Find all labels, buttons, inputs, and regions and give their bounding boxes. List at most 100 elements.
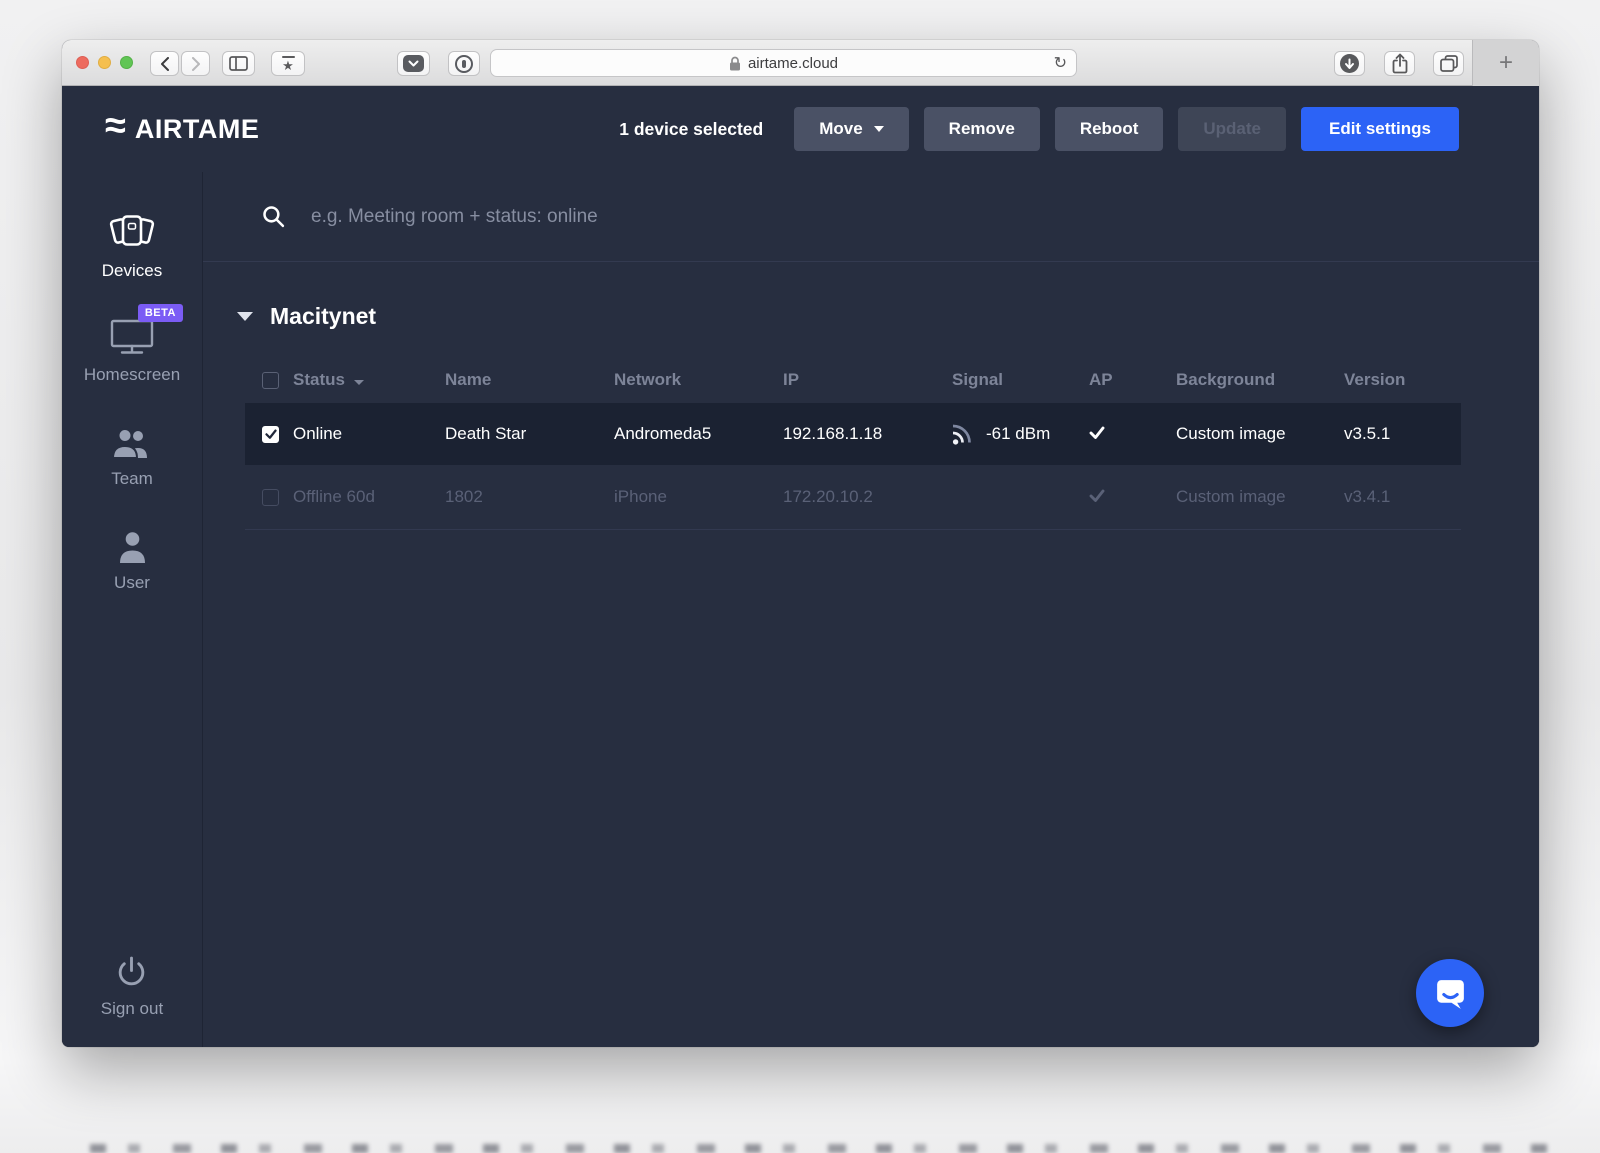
row-checkbox-unchecked[interactable] [262,488,279,506]
reboot-button[interactable]: Reboot [1054,107,1164,151]
pocket-extension-button[interactable] [397,51,430,76]
new-tab-button[interactable]: + [1472,40,1539,86]
sidebar-item-label: Team [111,469,153,488]
cell-name: Death Star [445,424,527,443]
zoom-window-button[interactable] [120,56,133,69]
column-header-signal[interactable]: Signal [952,370,1089,390]
search-input[interactable] [311,205,1539,228]
table-header-row: Status Name Network IP Signal AP Backgro… [245,357,1461,403]
main-content: Macitynet Status Name Network IP Signal … [203,172,1539,1047]
sidebar-item-label: Homescreen [83,365,181,384]
cell-network: iPhone [614,487,667,506]
browser-toolbar: ★ airtame.cloud ↻ + [62,40,1539,86]
collapse-group-icon[interactable] [237,312,253,321]
group-title: Macitynet [270,303,377,329]
back-button[interactable] [150,51,179,76]
select-all-checkbox[interactable] [262,371,279,389]
onepassword-extension-button[interactable] [448,51,480,76]
cell-ap [1089,487,1176,507]
column-header-background[interactable]: Background [1176,370,1344,390]
cell-ip: 192.168.1.18 [783,424,883,443]
move-button[interactable]: Move [794,107,909,151]
airtame-logo-text: AIRTAME [134,113,260,144]
url-text: airtame.cloud [747,54,839,72]
pocket-icon [403,55,424,72]
cell-name: 1802 [445,487,483,506]
selection-status: 1 device selected [619,118,764,139]
column-header-version[interactable]: Version [1344,370,1461,390]
airtame-app: ≈ AIRTAME 1 device selected Move Remove … [62,86,1539,1047]
sidebar-item-team[interactable]: Team [111,418,153,489]
column-header-name[interactable]: Name [445,370,614,390]
devices-icon [109,210,155,252]
reboot-button-label: Reboot [1079,119,1139,138]
chevron-left-icon [160,56,169,71]
edit-settings-button[interactable]: Edit settings [1300,107,1459,151]
remove-button-label: Remove [948,119,1015,138]
plus-icon: + [1498,49,1513,76]
sidebar-toggle-button[interactable] [222,51,255,76]
ap-check-icon [1089,489,1105,502]
table-row-1802[interactable]: Offline 60d 1802 iPhone 172.20.10.2 Cust… [245,465,1461,530]
column-header-ap[interactable]: AP [1089,370,1176,390]
app-header: ≈ AIRTAME 1 device selected Move Remove … [62,86,1539,172]
device-table: Status Name Network IP Signal AP Backgro… [245,357,1461,530]
chat-launcher-button[interactable] [1416,959,1484,1027]
reload-icon[interactable]: ↻ [1054,53,1067,73]
cell-signal: -61 dBm [952,423,1089,446]
cell-version: v3.4.1 [1344,487,1391,506]
sidebar-icon [229,56,248,71]
signal-value: -61 dBm [986,424,1051,443]
cell-version: v3.5.1 [1344,424,1391,443]
cell-background: Custom image [1176,487,1286,506]
onepassword-icon [455,54,473,73]
sidebar-item-homescreen[interactable]: BETA Homescreen [83,304,183,385]
check-icon [264,429,277,439]
sidebar-item-signout[interactable]: Sign out [101,948,163,1019]
ap-check-icon [1089,426,1105,439]
update-button[interactable]: Update [1178,107,1286,151]
row-checkbox-checked[interactable] [262,425,279,443]
column-header-network[interactable]: Network [614,370,783,390]
close-window-button[interactable] [76,56,89,69]
browser-window: ★ airtame.cloud ↻ + ≈ AIRTAME 1 device s… [62,40,1539,1047]
user-icon [119,522,146,564]
sidebar-item-label: User [114,573,150,592]
cell-network: Andromeda5 [614,424,712,443]
column-header-ip[interactable]: IP [783,370,952,390]
cell-background: Custom image [1176,424,1286,443]
homescreen-icon: BETA [109,304,183,356]
favorites-button[interactable]: ★ [271,51,305,76]
lock-icon [729,56,740,70]
tabs-icon [1439,55,1458,72]
column-header-status[interactable]: Status [293,370,445,390]
sidebar-item-devices[interactable]: Devices [102,210,162,281]
tab-overview-button[interactable] [1433,51,1464,76]
cell-status: Online [293,424,343,443]
forward-button[interactable] [181,51,210,76]
remove-button[interactable]: Remove [923,107,1040,151]
background-window-edge [90,1144,1560,1153]
signal-strength-icon [952,424,971,445]
cell-ip: 172.20.10.2 [783,487,873,506]
sort-arrow-icon [353,380,364,385]
address-bar[interactable]: airtame.cloud ↻ [490,49,1077,77]
device-group-header: Macitynet [203,262,1539,357]
share-button[interactable] [1384,51,1415,76]
downloads-button[interactable] [1334,51,1365,76]
sidebar-item-user[interactable]: User [114,522,150,593]
download-icon [1340,54,1359,73]
table-row-death-star[interactable]: Online Death Star Andromeda5 192.168.1.1… [245,403,1461,465]
sidebar: Devices BETA Homescreen Team User Sign o… [62,172,203,1047]
team-icon [111,418,152,460]
cell-ap [1089,424,1176,444]
sidebar-item-label: Devices [101,261,163,280]
chat-bubble-icon [1436,979,1464,1009]
sidebar-item-label: Sign out [100,999,164,1018]
update-button-label: Update [1203,119,1261,138]
minimize-window-button[interactable] [98,56,111,69]
airtame-logo[interactable]: ≈ AIRTAME [105,107,260,145]
chevron-right-icon [191,56,200,71]
chevron-down-icon [873,126,884,132]
share-icon [1392,53,1407,74]
